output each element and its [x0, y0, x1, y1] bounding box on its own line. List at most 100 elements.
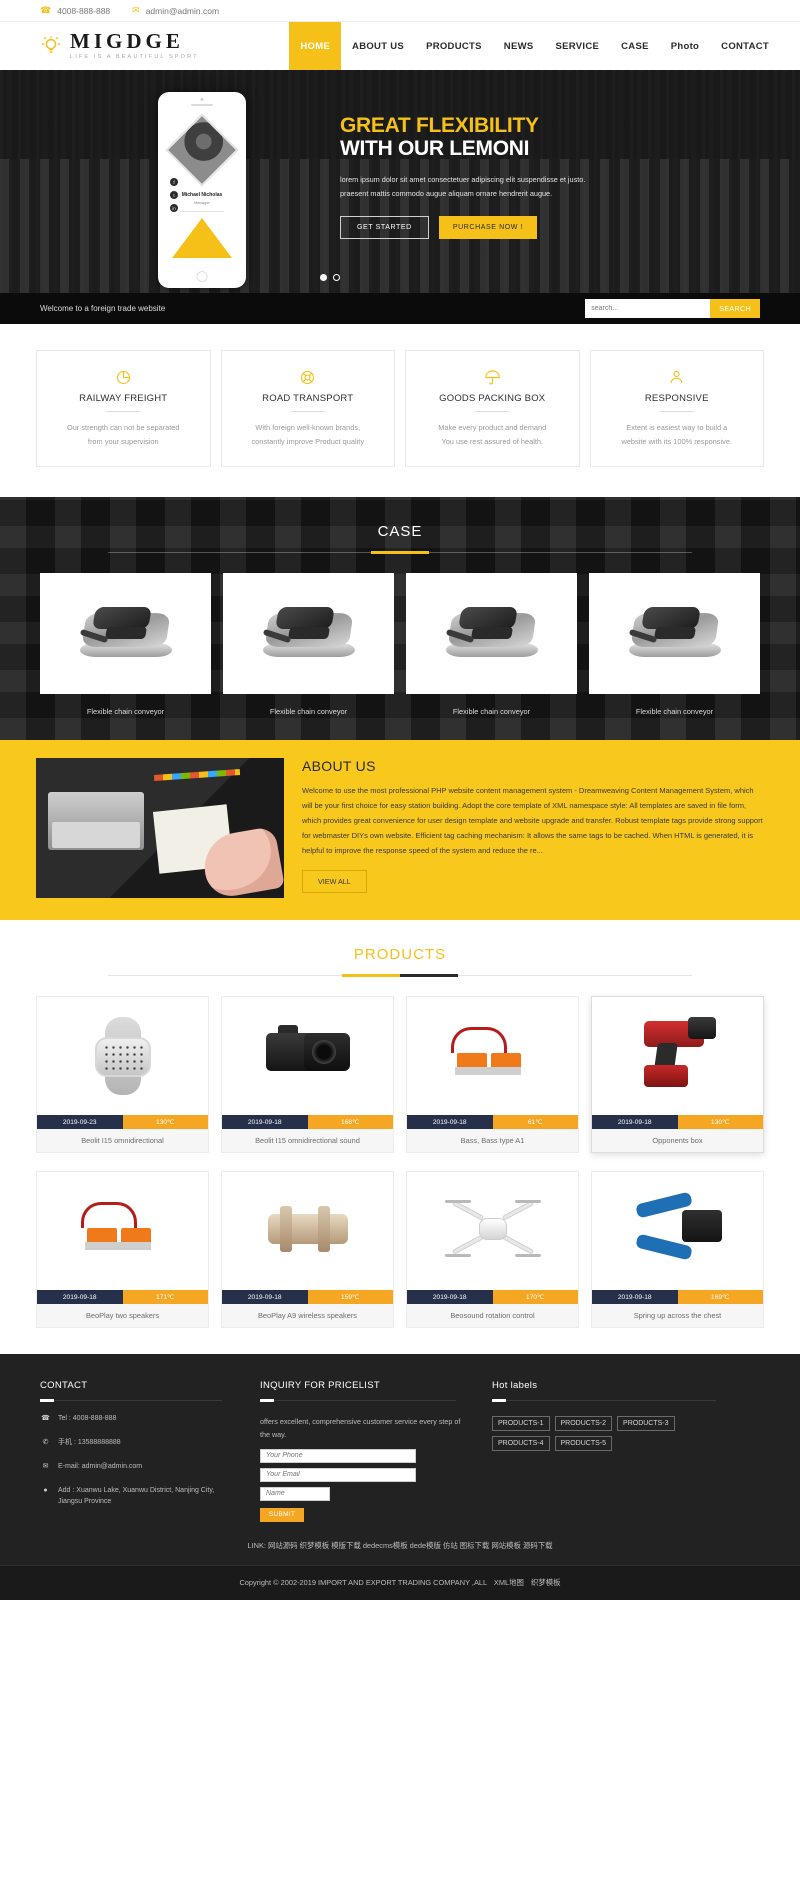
site-header: MIGDGE LIFE IS A BEAUTIFUL SPORT HOME AB…: [0, 22, 800, 70]
case-item[interactable]: Flexible chain conveyor: [223, 573, 394, 716]
get-started-button[interactable]: GET STARTED: [340, 216, 429, 240]
product-card-highlighted[interactable]: 2019-09-18 130℃ Opponents box: [591, 996, 764, 1154]
product-temp: 169℃: [677, 1290, 763, 1305]
feature-card-responsive[interactable]: RESPONSIVE Extent is easiest way to buil…: [589, 350, 764, 468]
hot-label-tag[interactable]: PRODUCTS-4: [492, 1436, 550, 1452]
footer-contact-row-mobile: ✆ 手机 : 13588888888: [40, 1438, 240, 1449]
inquiry-email-input[interactable]: [260, 1467, 416, 1482]
product-name: Spring up across the chest: [592, 1304, 763, 1328]
logo[interactable]: MIGDGE LIFE IS A BEAUTIFUL SPORT: [0, 22, 199, 70]
hero-slider-dots: [320, 274, 340, 281]
feature-card-road-transport[interactable]: ROAD TRANSPORT With foreign well-known b…: [220, 350, 395, 468]
about-section: ABOUT US Welcome to use the most profess…: [0, 740, 800, 921]
case-item[interactable]: Flexible chain conveyor: [406, 573, 577, 716]
footer-contact-phone: Tel : 4008-888-888: [58, 1415, 117, 1423]
nav-item-photo[interactable]: Photo: [660, 22, 710, 70]
footer-contact-address: Add : Xuanwu Lake, Xuanwu District, Nanj…: [58, 1486, 215, 1505]
product-name: Bass, Bass type A1: [407, 1129, 578, 1153]
about-body-text: Welcome to use the most professional PHP…: [302, 786, 763, 856]
nav-item-news[interactable]: NEWS: [493, 22, 545, 70]
product-card[interactable]: 2019-09-23 130℃ Beolit I15 omnidirectiona…: [36, 996, 209, 1154]
xml-sitemap-link[interactable]: XML地图: [494, 1578, 524, 1587]
case-caption: Flexible chain conveyor: [452, 707, 531, 717]
product-image: [37, 1172, 208, 1291]
feature-desc-line2: constantly improve Product quality: [251, 436, 365, 446]
product-date: 2019-09-18: [592, 1115, 678, 1130]
purchase-now-button[interactable]: PURCHASE NOW !: [438, 216, 538, 240]
product-image: [37, 997, 208, 1116]
facebook-icon: f: [170, 178, 178, 186]
feature-card-railway-freight[interactable]: RAILWAY FREIGHT Our strength can not be …: [36, 350, 211, 468]
product-card[interactable]: 2019-09-18 159℃ BeoPlay A9 wireless speak…: [221, 1171, 394, 1329]
feature-desc-line1: Our strength can not be separated: [66, 423, 180, 432]
inquiry-name-input[interactable]: [260, 1486, 330, 1501]
footer-contact-row-phone: ☎ Tel : 4008-888-888: [40, 1414, 240, 1425]
product-temp: 159℃: [307, 1290, 393, 1305]
hot-label-tag[interactable]: PRODUCTS-5: [554, 1436, 613, 1452]
hero-paragraph-line1: lorem ipsum dolor sit amet consectetuer …: [340, 175, 586, 185]
hero-social-icons: f t in: [170, 178, 178, 212]
feature-title: GOODS PACKING BOX: [439, 393, 546, 404]
site-footer: CONTACT ☎ Tel : 4008-888-888 ✆ 手机 : 1358…: [0, 1354, 800, 1522]
footer-inquiry-column: INQUIRY FOR PRICELIST offers excellent, …: [260, 1380, 472, 1522]
hot-label-tag[interactable]: PRODUCTS-3: [617, 1416, 675, 1432]
case-item[interactable]: Flexible chain conveyor: [589, 573, 760, 716]
feature-desc-line1: Extent is easiest way to build a: [626, 423, 728, 432]
lifebuoy-icon: [232, 367, 385, 387]
product-date: 2019-09-18: [222, 1290, 308, 1305]
product-image: [592, 1172, 763, 1291]
hero-paragraph-line2: praesent mattis commodo augue aliquam or…: [340, 188, 553, 198]
search-input[interactable]: [585, 299, 711, 318]
product-card[interactable]: 2019-09-18 170℃ Beosound rotation control: [406, 1171, 579, 1329]
mail-icon: ✉: [132, 5, 140, 15]
feature-title: RESPONSIVE: [644, 393, 709, 404]
products-title: PRODUCTS: [353, 946, 447, 964]
view-all-button[interactable]: VIEW ALL: [302, 870, 367, 894]
products-section: PRODUCTS 2019-09-23 130℃ Beolit I15 omnid…: [0, 920, 800, 1355]
product-card[interactable]: 2019-09-18 169℃ Spring up across the ches…: [591, 1171, 764, 1329]
brand-name: MIGDGE: [70, 29, 184, 54]
product-card[interactable]: 2019-09-18 171℃ BeoPlay two speakers: [36, 1171, 209, 1329]
product-name: Beolit I15 omnidirectional: [37, 1129, 208, 1153]
product-date: 2019-09-18: [407, 1290, 493, 1305]
dedecms-template-link[interactable]: 织梦模板: [531, 1578, 561, 1587]
page-root: ☎ 4008-888-888 ✉ admin@admin.com MIGDGE …: [0, 0, 800, 1600]
nav-item-products[interactable]: PRODUCTS: [415, 22, 493, 70]
nav-item-service[interactable]: SERVICE: [544, 22, 610, 70]
products-divider: [108, 974, 692, 978]
inquiry-phone-input[interactable]: [260, 1448, 416, 1463]
feature-desc-line2: website with its 100% responsive.: [621, 436, 732, 446]
product-date: 2019-09-18: [37, 1290, 123, 1305]
welcome-message: Welcome to a foreign trade website: [40, 304, 166, 313]
hero-banner: Michael Nicholas Manager f t in GREAT FL: [0, 70, 800, 293]
case-caption: Flexible chain conveyor: [269, 707, 348, 717]
feature-card-goods-packing-box[interactable]: GOODS PACKING BOX Make every product and…: [405, 350, 580, 468]
nav-item-case[interactable]: CASE: [610, 22, 660, 70]
nav-item-contact[interactable]: CONTACT: [710, 22, 780, 70]
footer-inquiry-title: INQUIRY FOR PRICELIST: [260, 1380, 380, 1392]
inquiry-submit-button[interactable]: SUBMIT: [260, 1507, 304, 1522]
products-row-1: 2019-09-23 130℃ Beolit I15 omnidirectiona…: [0, 976, 800, 1154]
product-temp: 171℃: [122, 1290, 208, 1305]
hero-title-line2: WITH OUR LEMONI: [340, 137, 530, 161]
nav-item-about-us[interactable]: ABOUT US: [341, 22, 415, 70]
nav-item-home[interactable]: HOME: [289, 22, 342, 70]
case-image: [223, 573, 394, 695]
product-image: [592, 997, 763, 1116]
product-date: 2019-09-23: [37, 1115, 123, 1130]
hot-label-tag[interactable]: PRODUCTS-1: [492, 1416, 550, 1432]
lightbulb-icon: [40, 35, 62, 57]
feature-title: ROAD TRANSPORT: [262, 393, 354, 404]
hot-label-tag[interactable]: PRODUCTS-2: [554, 1416, 613, 1432]
hero-phone-image: Michael Nicholas Manager f t in: [140, 80, 270, 293]
footer-divider: [40, 1399, 222, 1403]
search-button[interactable]: SEARCH: [710, 299, 760, 318]
product-card[interactable]: 2019-09-18 61℃ Bass, Bass type A1: [406, 996, 579, 1154]
feature-title: RAILWAY FREIGHT: [79, 393, 168, 404]
footer-links-line[interactable]: LINK: 网站源码 织梦模板 模版下载 dedecms模板 dede模版 仿站…: [0, 1521, 800, 1565]
product-name: Beosound rotation control: [407, 1304, 578, 1328]
product-card[interactable]: 2019-09-18 168℃ Beolit I15 omnidirectiona…: [221, 996, 394, 1154]
slider-dot-2[interactable]: [333, 274, 340, 281]
slider-dot-1[interactable]: [320, 274, 327, 281]
case-item[interactable]: Flexible chain conveyor: [40, 573, 211, 716]
